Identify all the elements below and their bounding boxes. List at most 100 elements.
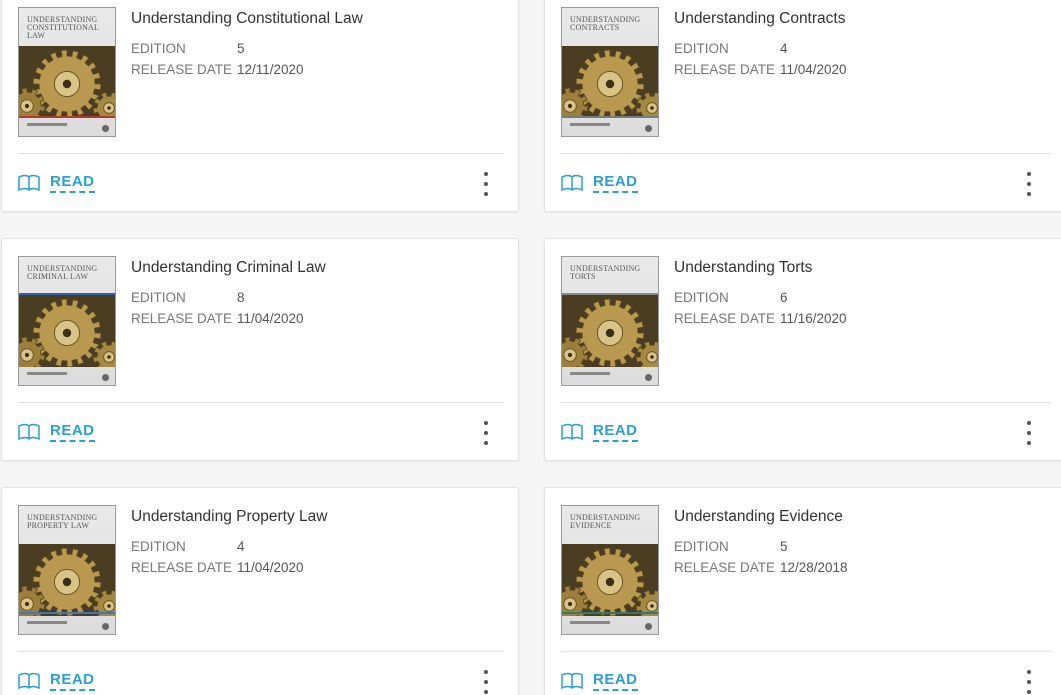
read-label: READ	[50, 422, 95, 442]
read-label: READ	[593, 671, 638, 691]
cover-band	[562, 116, 658, 118]
release-date-value: 11/16/2020	[780, 311, 847, 326]
publisher-mark	[645, 623, 652, 630]
release-date-row: RELEASE DATE 11/16/2020	[674, 311, 847, 326]
book-cover[interactable]: Understanding Torts	[561, 256, 659, 386]
edition-label: EDITION	[131, 290, 186, 305]
edition-value: 8	[237, 290, 245, 305]
edition-label: EDITION	[131, 41, 186, 56]
book-title: Understanding Evidence	[674, 508, 843, 525]
publisher-mark	[645, 125, 652, 132]
cover-band	[19, 612, 115, 614]
read-label: READ	[50, 671, 95, 691]
book-card: Understanding Property Law Understanding…	[1, 487, 519, 695]
card-divider	[18, 402, 504, 403]
read-label: READ	[593, 173, 638, 193]
gear-illustration	[562, 46, 658, 118]
more-options-icon[interactable]	[478, 670, 494, 694]
read-button[interactable]: READ	[18, 670, 95, 692]
book-grid: Understanding Constitutional Law Underst…	[0, 0, 1061, 695]
publisher-mark	[102, 374, 109, 381]
edition-row: EDITION 4	[674, 41, 788, 56]
read-button[interactable]: READ	[561, 421, 638, 443]
card-divider	[561, 651, 1051, 652]
cover-author	[27, 621, 67, 624]
cover-title: Understanding Torts	[570, 264, 641, 281]
card-divider	[18, 153, 504, 154]
cover-band	[19, 116, 115, 118]
more-options-icon[interactable]	[1021, 421, 1037, 445]
book-card: Understanding Torts Understanding Torts …	[544, 238, 1061, 461]
book-cover[interactable]: Understanding Property Law	[18, 505, 116, 635]
cover-title: Understanding Evidence	[570, 513, 641, 530]
more-options-icon[interactable]	[478, 421, 494, 445]
book-title: Understanding Property Law	[131, 508, 328, 525]
book-card: Understanding Contracts Understanding Co…	[544, 0, 1061, 212]
cover-title: Understanding Contracts	[570, 15, 641, 32]
publisher-mark	[645, 374, 652, 381]
release-date-value: 12/11/2020	[237, 62, 304, 77]
edition-label: EDITION	[131, 539, 186, 554]
cover-author	[27, 372, 67, 375]
read-label: READ	[50, 173, 95, 193]
book-cover[interactable]: Understanding Criminal Law	[18, 256, 116, 386]
cover-band	[19, 293, 115, 295]
release-date-label: RELEASE DATE	[674, 311, 776, 326]
book-title: Understanding Constitutional Law	[131, 10, 363, 27]
release-date-value: 11/04/2020	[780, 62, 847, 77]
edition-label: EDITION	[674, 539, 729, 554]
edition-row: EDITION 8	[131, 290, 245, 305]
cover-author	[27, 123, 67, 126]
cover-title: Understanding Constitutional Law	[27, 15, 99, 40]
edition-value: 4	[237, 539, 245, 554]
book-open-icon	[18, 174, 40, 192]
read-button[interactable]: READ	[561, 670, 638, 692]
release-date-value: 11/04/2020	[237, 311, 304, 326]
book-card: Understanding Evidence Understanding Evi…	[544, 487, 1061, 695]
cover-title: Understanding Criminal Law	[27, 264, 98, 281]
card-divider	[561, 153, 1051, 154]
read-button[interactable]: READ	[561, 172, 638, 194]
read-label: READ	[593, 422, 638, 442]
release-date-label: RELEASE DATE	[131, 311, 233, 326]
gear-illustration	[19, 544, 115, 616]
gear-illustration	[562, 295, 658, 367]
edition-row: EDITION 5	[131, 41, 245, 56]
edition-row: EDITION 4	[131, 539, 245, 554]
cover-title: Understanding Property Law	[27, 513, 98, 530]
gear-illustration	[562, 544, 658, 616]
release-date-label: RELEASE DATE	[131, 62, 233, 77]
edition-value: 6	[780, 290, 788, 305]
edition-value: 5	[237, 41, 245, 56]
release-date-row: RELEASE DATE 11/04/2020	[131, 560, 304, 575]
book-open-icon	[561, 423, 583, 441]
release-date-row: RELEASE DATE 11/04/2020	[131, 311, 304, 326]
book-open-icon	[561, 672, 583, 690]
read-button[interactable]: READ	[18, 172, 95, 194]
edition-row: EDITION 5	[674, 539, 788, 554]
book-title: Understanding Criminal Law	[131, 259, 326, 276]
book-cover[interactable]: Understanding Evidence	[561, 505, 659, 635]
edition-value: 5	[780, 539, 788, 554]
book-open-icon	[561, 174, 583, 192]
cover-band	[562, 612, 658, 614]
more-options-icon[interactable]	[1021, 670, 1037, 694]
release-date-label: RELEASE DATE	[674, 560, 776, 575]
cover-author	[570, 372, 610, 375]
edition-value: 4	[780, 41, 788, 56]
book-open-icon	[18, 672, 40, 690]
gear-illustration	[19, 46, 115, 118]
book-cover[interactable]: Understanding Contracts	[561, 7, 659, 137]
book-card: Understanding Constitutional Law Underst…	[1, 0, 519, 212]
read-button[interactable]: READ	[18, 421, 95, 443]
more-options-icon[interactable]	[1021, 172, 1037, 196]
more-options-icon[interactable]	[478, 172, 494, 196]
card-divider	[18, 651, 504, 652]
release-date-label: RELEASE DATE	[131, 560, 233, 575]
release-date-label: RELEASE DATE	[674, 62, 776, 77]
edition-row: EDITION 6	[674, 290, 788, 305]
book-cover[interactable]: Understanding Constitutional Law	[18, 7, 116, 137]
release-date-row: RELEASE DATE 12/28/2018	[674, 560, 848, 575]
edition-label: EDITION	[674, 290, 729, 305]
card-divider	[561, 402, 1051, 403]
